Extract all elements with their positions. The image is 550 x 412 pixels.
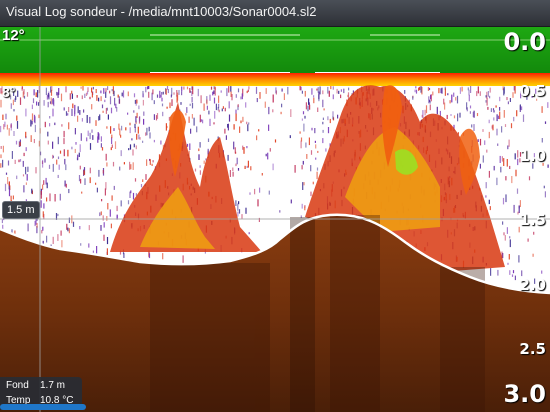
depth-label-3: 1.5 xyxy=(519,211,546,229)
surface-temp-label: 12° xyxy=(2,27,25,44)
depth-label-1: 0.5 xyxy=(519,82,546,100)
depth-info-row: Fond 1.7 m xyxy=(6,380,65,391)
water-temp-marker: 8° xyxy=(2,84,16,100)
sonar-echogram[interactable] xyxy=(0,27,550,412)
depth-label-5: 2.5 xyxy=(519,340,546,358)
cursor-depth-badge: 1.5 m xyxy=(2,201,40,219)
depth-info-label: Fond xyxy=(6,380,29,391)
surface-clutter-band xyxy=(0,27,550,72)
surface-echo-band xyxy=(0,73,550,86)
sonar-view[interactable] xyxy=(0,27,550,412)
window-title: Visual Log sondeur - /media/mnt10003/Son… xyxy=(6,4,317,19)
depth-info-value: 1.7 m xyxy=(40,380,66,391)
depth-label-0: 0.0 xyxy=(503,28,546,56)
depth-label-6: 3.0 xyxy=(503,380,546,408)
depth-label-2: 1.0 xyxy=(519,147,546,165)
timeline-scrollbar[interactable] xyxy=(0,404,86,410)
window-titlebar: Visual Log sondeur - /media/mnt10003/Son… xyxy=(0,0,550,27)
depth-label-4: 2.0 xyxy=(519,276,546,294)
